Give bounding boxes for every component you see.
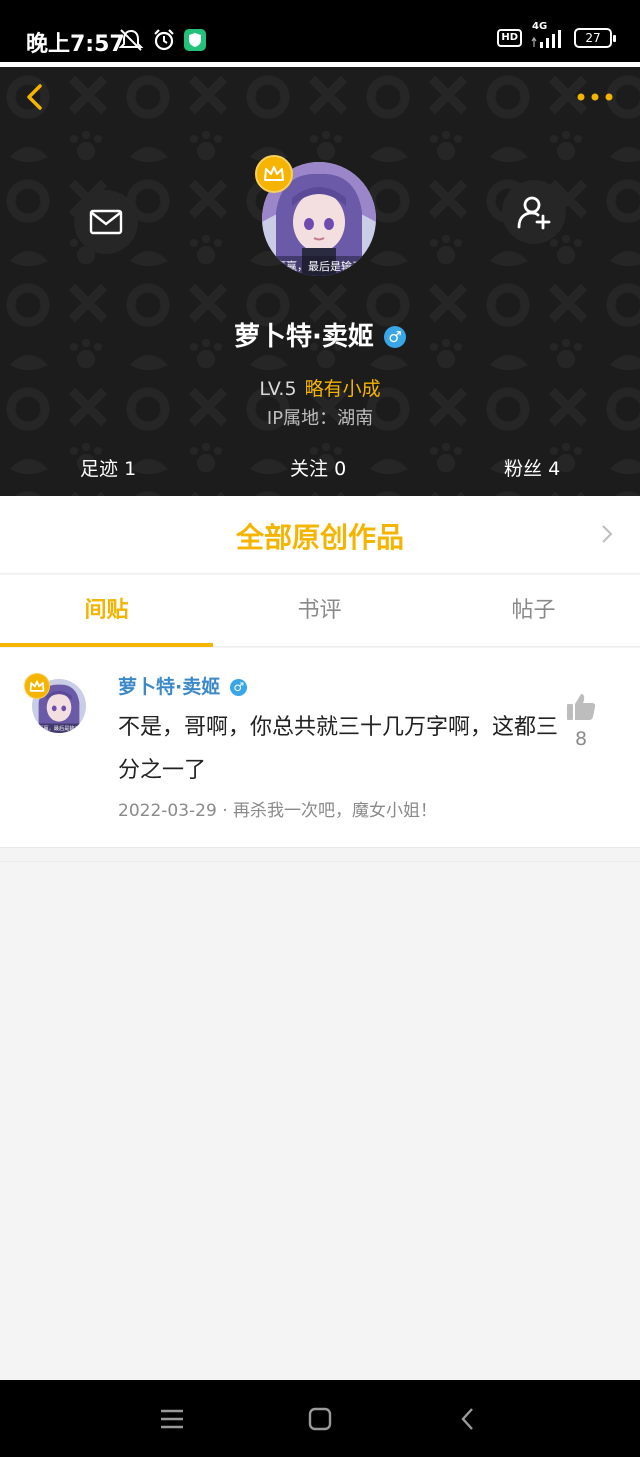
- level-value: LV.5: [259, 378, 297, 400]
- tab-jiantie[interactable]: 间贴: [0, 575, 213, 647]
- male-gender-icon: ♂: [383, 326, 406, 348]
- post-author-name[interactable]: 萝卜特·卖姬 ♂: [118, 672, 248, 699]
- status-right: HD 4G 27: [497, 21, 616, 49]
- alarm-icon: [154, 29, 174, 51]
- stat-fans[interactable]: 粉丝 4: [504, 454, 560, 481]
- list-divider: [0, 848, 640, 862]
- stat-footprints-label: 足迹: [80, 458, 119, 480]
- mail-icon: [89, 209, 123, 235]
- tab-posts[interactable]: 帖子: [427, 575, 640, 647]
- crown-badge-icon: [24, 673, 50, 699]
- home-icon[interactable]: [305, 1404, 335, 1434]
- system-nav-bar: [0, 1380, 640, 1457]
- stat-fans-value: 4: [548, 458, 561, 480]
- more-options-icon[interactable]: [576, 90, 614, 104]
- profile-stats: 足迹 1 关注 0 粉丝 4: [0, 454, 640, 482]
- like-count: 8: [574, 728, 588, 750]
- chevron-right-icon: [602, 525, 613, 543]
- status-time: 晚上7:57: [26, 32, 125, 57]
- thumbs-up-icon: [567, 694, 596, 720]
- crown-badge-icon: [255, 155, 293, 193]
- profile-username: 萝卜特·卖姬 ♂: [0, 316, 640, 353]
- level-line: LV.5 略有小成: [0, 374, 640, 401]
- stat-fans-label: 粉丝: [504, 458, 543, 480]
- post-content: 不是，哥啊，你总共就三十几万字啊，这都三分之一了: [118, 715, 559, 783]
- stat-following-value: 0: [334, 458, 347, 480]
- follow-button[interactable]: [502, 180, 566, 244]
- content-tabs: 间贴 书评 帖子: [0, 575, 640, 647]
- all-original-works-link[interactable]: 全部原创作品: [0, 496, 640, 574]
- stat-footprints[interactable]: 足迹 1: [80, 454, 136, 481]
- back-arrow-icon[interactable]: [20, 82, 50, 112]
- male-gender-icon: ♂: [230, 679, 248, 696]
- status-bar: 晚上7:57 HD 4G 27: [0, 0, 640, 62]
- stat-following[interactable]: 关注 0: [290, 454, 346, 481]
- signal-icon: 4G: [530, 21, 566, 49]
- mute-notification-icon: [118, 29, 144, 51]
- tab-book-reviews[interactable]: 书评: [213, 575, 426, 647]
- active-tab-indicator: [0, 643, 213, 647]
- hd-badge: HD: [497, 29, 522, 47]
- shield-app-icon: [184, 29, 206, 51]
- post-meta[interactable]: 2022-03-29 · 再杀我一次吧，魔女小姐！: [118, 796, 437, 821]
- add-user-icon: [517, 196, 551, 230]
- back-nav-icon[interactable]: [453, 1404, 483, 1434]
- list-item[interactable]: 赢赢，最后是输了 萝卜特·卖姬 ♂ 不是，哥啊，你总共就三十几万字啊，这都三分之一…: [0, 648, 640, 848]
- profile-header: 赢赢，最后是输了 萝卜特·卖姬 ♂ LV.5 略有小成 IP属地：湖南 足迹 1 关…: [0, 62, 640, 496]
- username-text: 萝卜特·卖姬: [234, 322, 374, 352]
- level-title: 略有小成: [304, 378, 381, 400]
- like-button[interactable]: 8: [562, 692, 600, 750]
- background-pattern: [0, 67, 640, 496]
- message-button[interactable]: [74, 190, 138, 254]
- ip-location: IP属地：湖南: [266, 408, 374, 429]
- stat-following-label: 关注: [290, 458, 329, 480]
- stat-footprints-value: 1: [124, 458, 137, 480]
- menu-icon[interactable]: [157, 1404, 187, 1434]
- post-author-text: 萝卜特·卖姬: [118, 676, 221, 698]
- works-label: 全部原创作品: [235, 521, 404, 554]
- battery-icon: 27: [574, 28, 616, 48]
